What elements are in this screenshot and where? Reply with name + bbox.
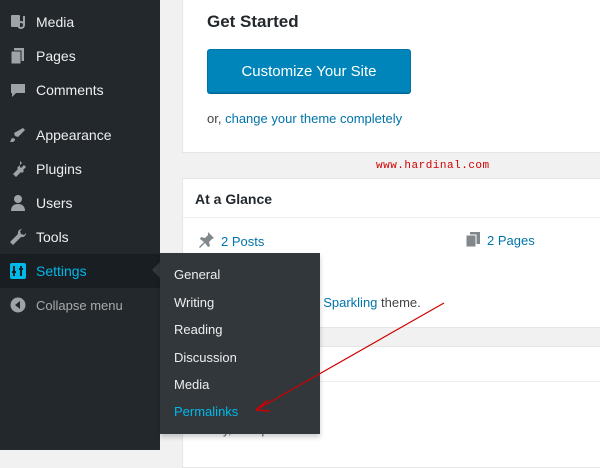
collapse-menu-button[interactable]: Collapse menu bbox=[0, 288, 160, 322]
pages-count[interactable]: 2 Pages bbox=[465, 231, 535, 250]
posts-count[interactable]: 2 Posts bbox=[197, 231, 264, 252]
sidebar-item-comments[interactable]: Comments bbox=[0, 73, 160, 107]
get-started-panel: Get Started Customize Your Site or, chan… bbox=[182, 0, 600, 153]
pages-icon bbox=[465, 231, 481, 250]
sidebar-item-label: Tools bbox=[36, 229, 69, 245]
flyout-pointer bbox=[152, 262, 160, 278]
posts-link[interactable]: 2 Posts bbox=[221, 234, 264, 249]
pin-icon bbox=[197, 231, 215, 252]
theme-suffix: theme. bbox=[381, 295, 421, 310]
pages-icon bbox=[8, 46, 28, 66]
media-icon bbox=[8, 12, 28, 32]
tools-icon bbox=[8, 227, 28, 247]
sidebar-item-label: Users bbox=[36, 195, 73, 211]
change-theme-line: or, change your theme completely bbox=[207, 111, 402, 126]
submenu-reading[interactable]: Reading bbox=[174, 322, 222, 337]
sidebar-item-media[interactable]: Media bbox=[0, 5, 160, 39]
change-theme-link[interactable]: change your theme completely bbox=[225, 111, 402, 126]
sidebar-item-pages[interactable]: Pages bbox=[0, 39, 160, 73]
submenu-media[interactable]: Media bbox=[174, 377, 209, 392]
sidebar-item-plugins[interactable]: Plugins bbox=[0, 152, 160, 186]
sidebar-item-label: Media bbox=[36, 14, 75, 30]
collapse-icon bbox=[8, 295, 28, 315]
at-a-glance-title: At a Glance bbox=[195, 191, 273, 207]
sidebar-item-label: Comments bbox=[36, 82, 104, 98]
get-started-title: Get Started bbox=[207, 12, 299, 31]
admin-sidebar: Media Pages Comments Appearance Plugins … bbox=[0, 0, 160, 450]
customize-site-button[interactable]: Customize Your Site bbox=[207, 49, 411, 93]
submenu-discussion[interactable]: Discussion bbox=[174, 350, 237, 365]
submenu-writing[interactable]: Writing bbox=[174, 295, 214, 310]
theme-name-link[interactable]: Sparkling bbox=[323, 295, 377, 310]
plugins-icon bbox=[8, 159, 28, 179]
settings-submenu: General Writing Reading Discussion Media… bbox=[160, 253, 320, 434]
appearance-icon bbox=[8, 125, 28, 145]
submenu-general[interactable]: General bbox=[174, 267, 220, 282]
settings-icon bbox=[8, 261, 28, 281]
collapse-menu-label: Collapse menu bbox=[36, 297, 123, 313]
sidebar-item-label: Pages bbox=[36, 48, 76, 64]
sidebar-item-settings[interactable]: Settings bbox=[0, 254, 160, 288]
comments-icon bbox=[8, 80, 28, 100]
sidebar-item-label: Settings bbox=[36, 263, 87, 279]
divider bbox=[183, 217, 600, 218]
change-theme-prefix: or, bbox=[207, 111, 222, 126]
watermark-text: www.hardinal.com bbox=[376, 160, 490, 172]
users-icon bbox=[8, 193, 28, 213]
sidebar-item-label: Appearance bbox=[36, 127, 112, 143]
submenu-permalinks[interactable]: Permalinks bbox=[174, 404, 238, 419]
sidebar-item-tools[interactable]: Tools bbox=[0, 220, 160, 254]
pages-link[interactable]: 2 Pages bbox=[487, 233, 535, 248]
sidebar-item-appearance[interactable]: Appearance bbox=[0, 118, 160, 152]
sidebar-item-label: Plugins bbox=[36, 161, 82, 177]
sidebar-item-users[interactable]: Users bbox=[0, 186, 160, 220]
